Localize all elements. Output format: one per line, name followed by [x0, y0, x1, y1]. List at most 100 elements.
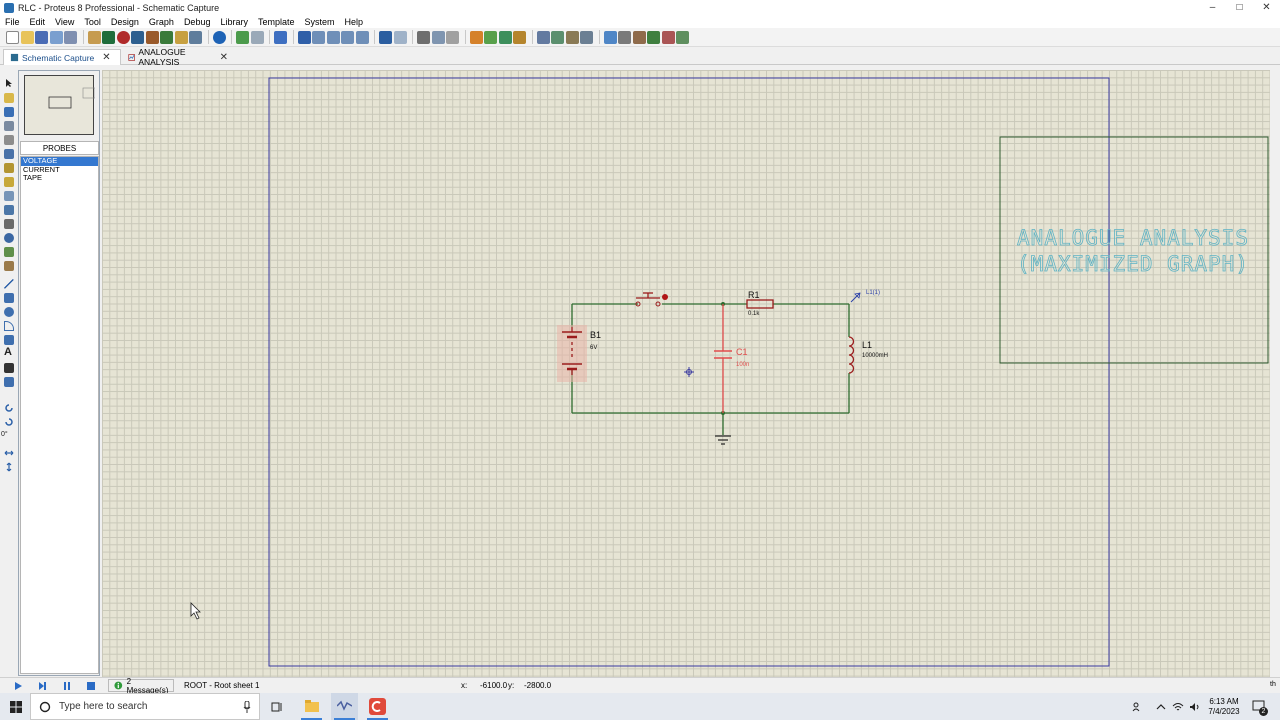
stop-icon[interactable]: [86, 681, 96, 691]
origin-icon[interactable]: [274, 30, 287, 44]
bus-icon[interactable]: [4, 149, 14, 159]
microphone-icon[interactable]: [243, 701, 251, 713]
new-sheet-icon[interactable]: [647, 30, 660, 44]
line-icon[interactable]: [4, 279, 14, 289]
menu-edit[interactable]: Edit: [25, 17, 51, 27]
paste-icon[interactable]: [446, 30, 459, 44]
schematic-drawing[interactable]: ANALOGUE ANALYSIS (MAXIMIZED GRAPH) B1 6…: [102, 70, 1270, 677]
open-folder-icon[interactable]: [20, 30, 34, 44]
property-tool-icon[interactable]: [632, 30, 646, 44]
people-icon[interactable]: [1132, 702, 1143, 712]
probes-list[interactable]: VOLTAGE CURRENT TAPE: [20, 156, 99, 674]
rotation-angle-value[interactable]: 0°: [1, 431, 8, 438]
generator-icon[interactable]: [4, 233, 14, 243]
path-icon[interactable]: [4, 335, 14, 345]
step-icon[interactable]: [37, 681, 47, 691]
inductor-l1[interactable]: [848, 336, 855, 374]
save-icon[interactable]: [35, 30, 48, 44]
messages-indicator[interactable]: 2 Message(s): [108, 677, 174, 695]
close-tab-icon[interactable]: ✕: [220, 52, 228, 63]
voltage-probe-l1[interactable]: [850, 292, 861, 303]
export-icon[interactable]: [64, 30, 77, 44]
notification-center[interactable]: 2: [1252, 699, 1268, 716]
symbol-icon[interactable]: [4, 363, 14, 373]
minimize-button[interactable]: –: [1199, 0, 1226, 15]
3d-visualizer-icon[interactable]: [131, 30, 144, 44]
netlist-icon[interactable]: [676, 30, 689, 44]
pause-icon[interactable]: [62, 681, 72, 691]
close-button[interactable]: ✕: [1253, 0, 1280, 15]
menu-help[interactable]: Help: [340, 17, 369, 27]
text-icon[interactable]: A: [4, 347, 14, 358]
chevron-up-icon[interactable]: [1156, 703, 1166, 710]
selection-mode-icon[interactable]: [4, 78, 14, 88]
search-tag-icon[interactable]: [618, 30, 631, 44]
device-pins-icon[interactable]: [4, 191, 14, 201]
capacitor-c1[interactable]: [714, 304, 732, 413]
maximize-button[interactable]: □: [1226, 0, 1253, 15]
copy-icon[interactable]: [431, 30, 445, 44]
zoom-in-icon[interactable]: [312, 30, 325, 44]
menu-system[interactable]: System: [300, 17, 340, 27]
cut-icon[interactable]: [417, 30, 430, 44]
undo-icon[interactable]: [379, 30, 392, 44]
packaging-tool-icon[interactable]: [565, 30, 579, 44]
block-move-icon[interactable]: [484, 30, 497, 44]
bom-icon[interactable]: [174, 30, 188, 44]
schematic-icon[interactable]: [102, 30, 115, 44]
tape-recorder-icon[interactable]: [4, 219, 14, 229]
pick-device-icon[interactable]: [536, 30, 550, 44]
menu-file[interactable]: File: [0, 17, 25, 27]
new-file-icon[interactable]: [6, 30, 19, 44]
junction-dot-icon[interactable]: [4, 107, 14, 117]
menu-tool[interactable]: Tool: [79, 17, 106, 27]
menu-library[interactable]: Library: [215, 17, 253, 27]
graph-mode-icon[interactable]: [4, 205, 14, 215]
help-icon[interactable]: [212, 30, 226, 44]
remove-sheet-icon[interactable]: [661, 30, 675, 44]
text-script-icon[interactable]: [4, 135, 14, 145]
menu-design[interactable]: Design: [106, 17, 144, 27]
zoom-out-icon[interactable]: [326, 30, 340, 44]
mirror-vertical-icon[interactable]: [4, 462, 14, 472]
zoom-all-icon[interactable]: [341, 30, 354, 44]
pcb-icon[interactable]: [116, 30, 130, 44]
zoom-area-icon[interactable]: [355, 30, 369, 44]
redo-icon[interactable]: [393, 30, 407, 44]
rotate-clockwise-icon[interactable]: [4, 403, 14, 413]
import-icon[interactable]: [49, 30, 63, 44]
home-icon[interactable]: [87, 30, 101, 44]
source-code-icon[interactable]: [189, 30, 202, 44]
speaker-icon[interactable]: [1189, 702, 1201, 712]
gerber-icon[interactable]: [145, 30, 159, 44]
taskbar-proteus[interactable]: [331, 693, 358, 720]
taskbar-file-explorer[interactable]: [298, 693, 325, 720]
schematic-canvas[interactable]: ANALOGUE ANALYSIS (MAXIMIZED GRAPH) B1 6…: [102, 70, 1270, 677]
block-delete-icon[interactable]: [513, 30, 526, 44]
grid-icon[interactable]: [250, 30, 264, 44]
subcircuit-icon[interactable]: [4, 163, 14, 173]
vertical-scrollbar[interactable]: [1270, 70, 1280, 677]
block-copy-icon[interactable]: [469, 30, 483, 44]
pan-icon[interactable]: [297, 30, 311, 44]
refresh-icon[interactable]: [236, 30, 249, 44]
box-icon[interactable]: [4, 293, 14, 303]
decompose-icon[interactable]: [580, 30, 593, 44]
resistor-r1[interactable]: [746, 299, 774, 309]
tab-analogue-analysis[interactable]: ANALOGUE ANALYSIS ✕: [122, 47, 234, 67]
ground-terminal[interactable]: [715, 435, 731, 445]
taskbar-recorder[interactable]: [364, 693, 391, 720]
windows-start-icon[interactable]: [10, 701, 22, 713]
overview-window[interactable]: [24, 75, 96, 135]
close-tab-icon[interactable]: ✕: [102, 52, 110, 63]
menu-graph[interactable]: Graph: [144, 17, 179, 27]
make-device-icon[interactable]: [551, 30, 564, 44]
menu-debug[interactable]: Debug: [179, 17, 216, 27]
wire-autorouter-icon[interactable]: [603, 30, 617, 44]
battery-b1[interactable]: [557, 325, 587, 382]
circle-icon[interactable]: [4, 307, 14, 317]
mirror-horizontal-icon[interactable]: [4, 448, 14, 458]
wifi-icon[interactable]: [1172, 702, 1184, 712]
marker-icon[interactable]: [4, 377, 14, 387]
component-mode-icon[interactable]: [4, 93, 14, 103]
